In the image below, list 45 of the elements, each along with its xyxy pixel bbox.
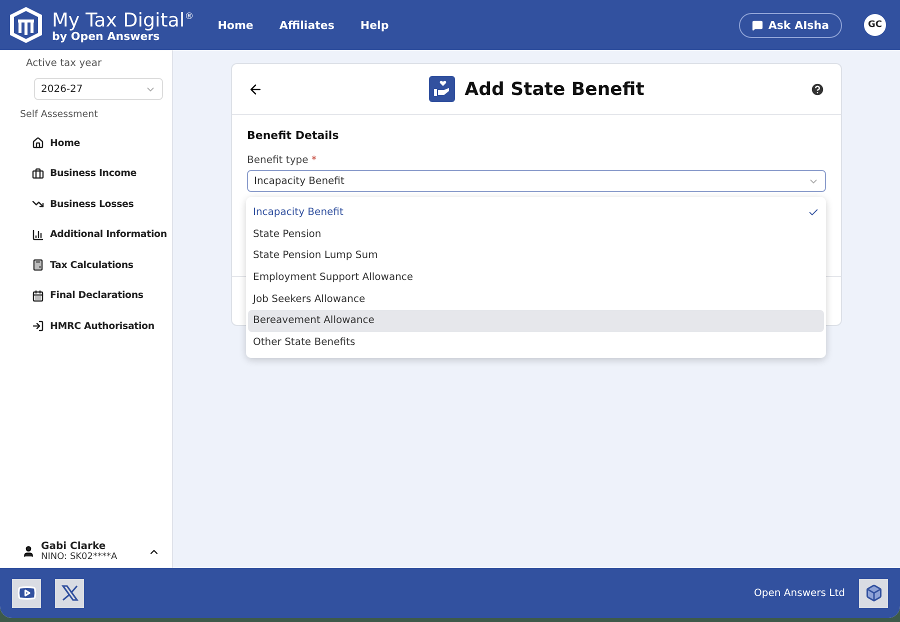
section-heading: Benefit Details — [247, 129, 340, 142]
youtube-link[interactable] — [12, 578, 41, 608]
field-label: Benefit type * — [247, 155, 318, 166]
nav-link[interactable]: Affiliates — [279, 18, 334, 32]
bar-chart-icon — [32, 228, 44, 241]
benefit-type-select[interactable]: Incapacity Benefit — [247, 170, 826, 192]
tax-year-select[interactable]: 2026-27 — [34, 78, 163, 100]
tax-year-label: Active tax year — [26, 58, 103, 69]
sidebar-item[interactable]: Final Declarations — [0, 280, 172, 311]
home-icon — [32, 137, 44, 150]
sidebar-item[interactable]: Business Losses — [0, 189, 172, 220]
user-name: Gabi Clarke — [41, 541, 107, 552]
dropdown-option[interactable]: State Pension Lump Sum — [248, 245, 824, 267]
dropdown-option[interactable]: Employment Support Allowance — [248, 266, 824, 288]
x-link[interactable] — [55, 578, 84, 608]
sidebar-item[interactable]: Additional Information — [0, 220, 172, 250]
dropdown-option[interactable]: Job Seekers Allowance — [248, 288, 824, 310]
cube-icon — [864, 584, 882, 602]
sidebar-item[interactable]: Home — [0, 128, 172, 158]
dropdown-option[interactable]: Other State Benefits — [248, 332, 824, 354]
calendar-icon — [32, 290, 44, 302]
dropdown-option[interactable]: Bereavement Allowance — [248, 310, 824, 332]
company-name: Open Answers Ltd — [754, 588, 845, 598]
dropdown-option[interactable]: Incapacity Benefit — [248, 202, 824, 224]
user-nino: NINO: SK02****A — [41, 552, 118, 562]
brand-name: My Tax Digital$^{®}$ — [52, 8, 194, 32]
nav-link[interactable]: Help — [360, 18, 389, 32]
help-icon[interactable] — [810, 82, 825, 96]
briefcase-icon — [32, 168, 44, 180]
sidebar-item[interactable]: Business Income — [0, 158, 172, 189]
ask-assistant-button[interactable]: Ask AIsha — [739, 12, 842, 38]
user-avatar[interactable]: GC — [864, 14, 886, 36]
page-title: Add State Benefit — [464, 78, 644, 100]
nav-link[interactable]: Home — [218, 18, 254, 32]
brand-tagline: by Open Answers — [52, 31, 160, 44]
cube-logo-link[interactable] — [859, 578, 888, 608]
sidebar-item[interactable]: HMRC Authorisation — [0, 311, 172, 342]
section-label: Self Assessment — [20, 109, 99, 120]
chat-icon — [752, 20, 764, 30]
login-icon — [32, 320, 44, 332]
dropdown-option[interactable]: State Pension — [248, 224, 824, 246]
calculator-icon — [32, 259, 44, 272]
person-icon — [22, 545, 35, 558]
x-logo-icon — [60, 583, 80, 603]
sidebar-item[interactable]: Tax Calculations — [0, 250, 172, 280]
